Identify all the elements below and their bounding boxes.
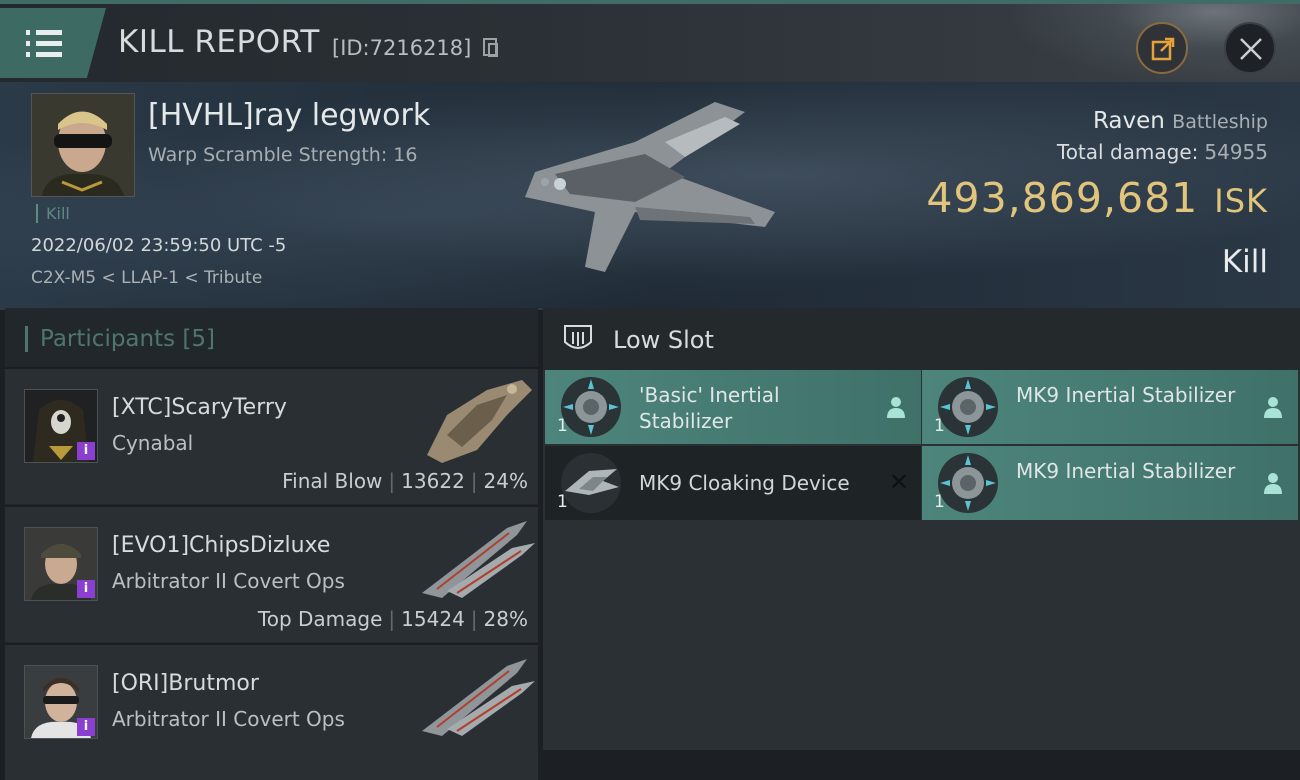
ship-class: Battleship (1172, 111, 1268, 133)
low-slot-panel: Low Slot 1 'Basic' Inertial Stabilizer 1… (543, 308, 1300, 750)
inertial-stabilizer-icon (938, 453, 998, 513)
close-icon (1240, 38, 1262, 60)
participants-header[interactable]: Participants [5] (25, 326, 215, 352)
module-quantity: 1 (557, 492, 568, 512)
module-slot[interactable]: 1 'Basic' Inertial Stabilizer (545, 370, 921, 444)
avatar[interactable]: i (24, 527, 98, 601)
isk-currency: ISK (1214, 182, 1268, 220)
total-damage-value: 54955 (1204, 140, 1268, 164)
inertial-stabilizer-icon (561, 377, 621, 437)
destroyed-x-icon[interactable]: ✕ (889, 468, 909, 496)
participant-ship: Arbitrator II Covert Ops (112, 707, 345, 731)
participant-label: Final Blow (282, 469, 383, 493)
menu-button[interactable] (0, 8, 106, 78)
low-slot-header: Low Slot (543, 308, 1300, 370)
participant-row[interactable]: i [EVO1]ChipsDizluxe Arbitrator II Cover… (5, 505, 538, 642)
module-quantity: 1 (557, 416, 568, 436)
module-name: MK9 Cloaking Device (639, 471, 850, 495)
participants-count: [5] (182, 326, 216, 352)
title-bar: KILL REPORT [ID:7216218] (0, 0, 1300, 86)
module-name: MK9 Inertial Stabilizer (1016, 383, 1236, 407)
participant-damage: 15424 (401, 607, 465, 631)
victim-portrait (32, 94, 134, 196)
stat-separator: | (470, 607, 478, 631)
cloaking-device-icon (561, 453, 621, 513)
module-slot[interactable]: 1 MK9 Inertial Stabilizer (922, 446, 1298, 520)
menu-icon-bar (26, 52, 62, 57)
ship-name-text: Raven (1092, 108, 1165, 134)
participant-percent: 24% (483, 469, 528, 493)
stat-separator: | (470, 469, 478, 493)
avatar[interactable]: i (24, 665, 98, 739)
victim-subtitle: Warp Scramble Strength: 16 (148, 144, 418, 166)
module-quantity: 1 (934, 416, 945, 436)
participant-name: [EVO1]ChipsDizluxe (112, 533, 331, 558)
kill-time: 2022/06/02 23:59:50 UTC -5 (31, 235, 287, 256)
participant-percent: 28% (483, 607, 528, 631)
victim-ship-name[interactable]: Raven Battleship (1093, 108, 1268, 134)
participant-damage: 13622 (401, 469, 465, 493)
share-button[interactable] (1136, 22, 1188, 74)
participant-ship: Cynabal (112, 431, 194, 455)
low-slot-title: Low Slot (613, 326, 714, 354)
participant-label: Top Damage (257, 607, 383, 631)
participant-ship-image[interactable] (417, 513, 537, 603)
module-slot[interactable]: 1 MK9 Inertial Stabilizer (922, 370, 1298, 444)
low-slot-icon (564, 325, 592, 349)
participant-stats: Final Blow | 13622 | 24% (282, 469, 528, 493)
victim-name[interactable]: [HVHL]ray legwork (148, 98, 430, 133)
kill-result: Kill (1221, 244, 1268, 280)
participant-ship: Arbitrator II Covert Ops (112, 569, 345, 593)
info-icon[interactable]: i (77, 718, 95, 736)
kill-tag: Kill (36, 204, 70, 223)
module-quantity: 1 (934, 492, 945, 512)
module-slot[interactable]: 1 MK9 Cloaking Device ✕ (545, 446, 921, 520)
menu-icon-bar (26, 41, 62, 46)
participant-row[interactable]: i [XTC]ScaryTerry Cynabal Final Blow | 136… (5, 367, 538, 504)
module-name: 'Basic' Inertial Stabilizer (639, 383, 780, 433)
isk-value: 493,869,681 ISK (926, 174, 1268, 222)
window-title: KILL REPORT (118, 24, 320, 60)
isk-amount: 493,869,681 (926, 174, 1199, 222)
module-name: MK9 Inertial Stabilizer (1016, 459, 1236, 483)
stat-separator: | (388, 469, 396, 493)
person-icon[interactable] (1262, 394, 1284, 420)
inertial-stabilizer-icon (938, 377, 998, 437)
participant-ship-image[interactable] (417, 651, 537, 741)
info-icon[interactable]: i (77, 580, 95, 598)
stat-separator: | (388, 607, 396, 631)
close-button[interactable] (1224, 22, 1276, 74)
participant-ship-image[interactable] (417, 375, 537, 465)
info-icon[interactable]: i (77, 442, 95, 460)
avatar[interactable]: i (24, 389, 98, 463)
participant-name: [XTC]ScaryTerry (112, 395, 287, 420)
victim-ship-image[interactable] (515, 102, 780, 277)
participant-row[interactable]: i [ORI]Brutmor Arbitrator II Covert Ops (5, 643, 538, 780)
kill-id: [ID:7216218] (332, 36, 472, 60)
total-damage: Total damage: 54955 (1057, 140, 1268, 164)
menu-icon (26, 30, 62, 35)
participant-stats: Top Damage | 15424 | 28% (258, 607, 528, 631)
share-icon (1151, 37, 1175, 61)
participants-panel: Participants [5] i [XTC]ScaryTerry Cynab… (5, 308, 538, 780)
kill-location[interactable]: C2X-M5 < LLAP-1 < Tribute (31, 268, 262, 288)
victim-avatar[interactable] (31, 93, 135, 197)
copy-icon[interactable] (483, 38, 498, 57)
person-icon[interactable] (1262, 470, 1284, 496)
victim-banner: [HVHL]ray legwork Warp Scramble Strength… (0, 82, 1300, 310)
participants-title: Participants (40, 326, 176, 352)
participant-name: [ORI]Brutmor (112, 671, 259, 696)
person-icon[interactable] (885, 394, 907, 420)
total-damage-label: Total damage: (1056, 140, 1199, 164)
